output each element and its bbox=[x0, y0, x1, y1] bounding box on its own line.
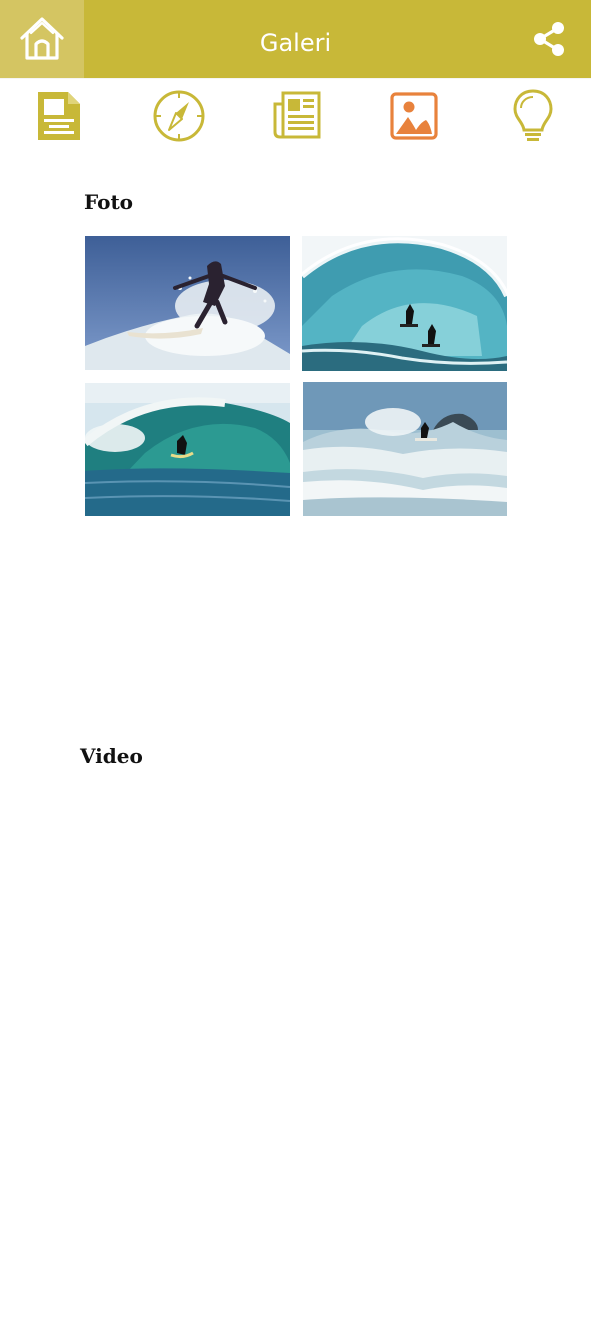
gallery-photo-4[interactable] bbox=[303, 382, 507, 516]
compass-icon bbox=[153, 90, 205, 142]
nav-item-compass[interactable] bbox=[149, 86, 209, 146]
photo-gallery bbox=[85, 236, 507, 516]
top-bar: Galeri bbox=[0, 0, 591, 78]
app-root: Galeri Foto Video bbox=[0, 0, 591, 1320]
surf-photo-image bbox=[85, 236, 290, 370]
document-icon bbox=[38, 92, 80, 140]
newspaper-icon bbox=[273, 91, 321, 139]
page-title: Galeri bbox=[259, 29, 332, 57]
beach-break-image bbox=[303, 382, 507, 516]
gallery-icon bbox=[390, 92, 438, 140]
nav-item-gallery[interactable] bbox=[384, 86, 444, 146]
nav-item-lightbulb[interactable] bbox=[503, 86, 563, 146]
barrel-wave-image bbox=[302, 236, 507, 371]
icon-nav-bar bbox=[0, 78, 591, 150]
home-button[interactable] bbox=[0, 0, 84, 78]
share-icon bbox=[534, 22, 564, 56]
gallery-photo-1[interactable] bbox=[85, 236, 290, 370]
nav-item-newspaper[interactable] bbox=[267, 86, 327, 146]
gallery-photo-3[interactable] bbox=[85, 383, 290, 516]
tube-wave-image bbox=[85, 383, 290, 516]
lightbulb-icon bbox=[513, 89, 553, 141]
video-section-title: Video bbox=[80, 744, 143, 768]
nav-item-document[interactable] bbox=[29, 86, 89, 146]
home-icon bbox=[20, 17, 64, 60]
photo-section-title: Foto bbox=[84, 190, 134, 214]
share-button[interactable] bbox=[507, 0, 591, 78]
gallery-photo-2[interactable] bbox=[302, 236, 507, 371]
